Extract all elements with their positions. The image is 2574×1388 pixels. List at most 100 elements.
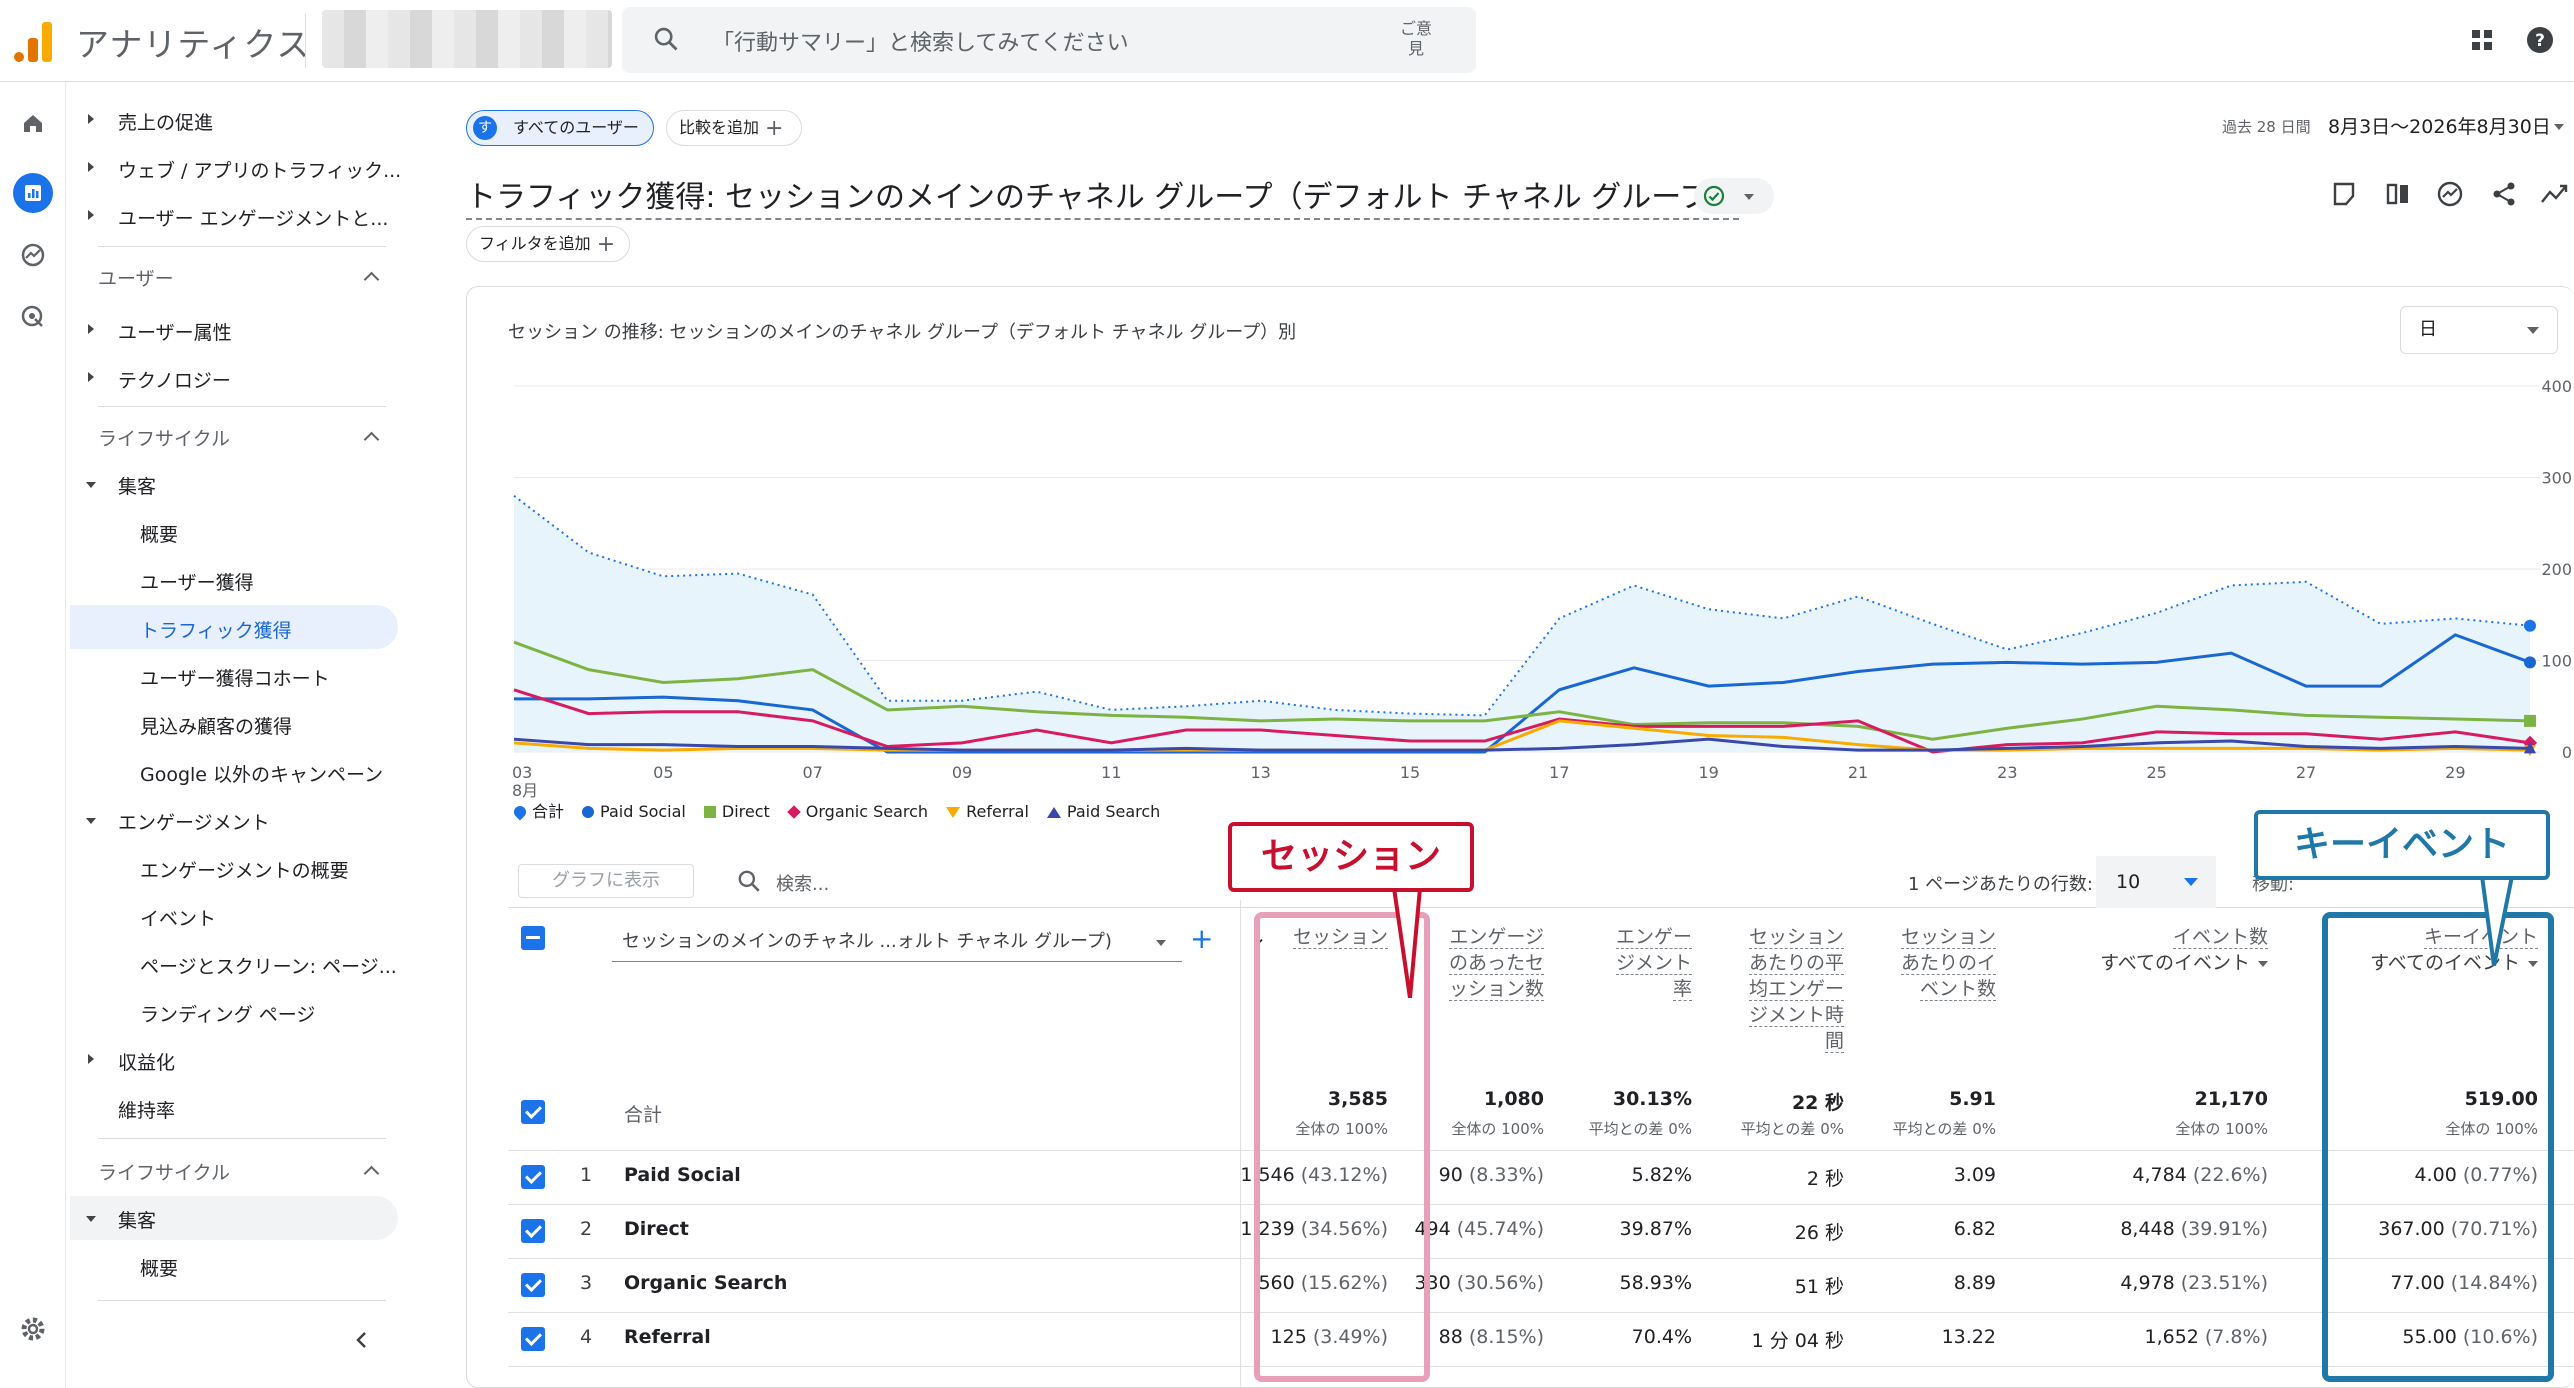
- sidebar-item-technology[interactable]: テクノロジー: [118, 366, 231, 393]
- advertising-icon[interactable]: [12, 296, 54, 338]
- legend-item[interactable]: Referral: [946, 802, 1029, 821]
- status-chip[interactable]: [1694, 178, 1774, 214]
- expand-icon[interactable]: [88, 114, 94, 124]
- legend-label: Paid Social: [600, 802, 686, 821]
- help-icon[interactable]: ?: [2520, 20, 2560, 60]
- sidebar-item-acquisition-2[interactable]: 集客: [118, 1206, 156, 1233]
- add-comparison-button[interactable]: 比較を追加 +: [666, 110, 802, 146]
- share-icon[interactable]: [2486, 176, 2522, 212]
- all-users-chip[interactable]: す すべてのユーザー: [466, 110, 654, 146]
- dimension-select[interactable]: セッションのメインのチャネル ...ォルト チャネル グループ): [612, 926, 1182, 962]
- analytics-logo[interactable]: [14, 20, 54, 62]
- sidebar-section-lifecycle[interactable]: ライフサイクル: [98, 424, 230, 451]
- table-search-input[interactable]: 検索...: [776, 870, 829, 896]
- sidebar-item-lead-acquisition[interactable]: 見込み顧客の獲得: [140, 712, 292, 739]
- sidebar-item-traffic[interactable]: ウェブ / アプリのトラフィック...: [118, 156, 401, 183]
- totals-checkbox[interactable]: [521, 1100, 545, 1124]
- sidebar-item-acquisition-cohort[interactable]: ユーザー獲得コホート: [140, 664, 330, 691]
- expand-icon[interactable]: [88, 210, 94, 220]
- x-tick-label: 25: [2146, 763, 2166, 782]
- legend-item[interactable]: Paid Search: [1046, 802, 1160, 821]
- sidebar-item-sales[interactable]: 売上の促進: [118, 108, 213, 135]
- row-checkbox[interactable]: [521, 1327, 545, 1351]
- reports-icon[interactable]: [12, 172, 54, 214]
- row-checkbox[interactable]: [521, 1165, 545, 1189]
- customize-report-icon[interactable]: [2326, 176, 2362, 212]
- compare-icon[interactable]: [2380, 176, 2416, 212]
- search-bar[interactable]: 「行動サマリー」と検索してみてください ご意見: [622, 7, 1476, 73]
- sidebar-item-engagement-summary[interactable]: ユーザー エンゲージメントと...: [118, 204, 388, 231]
- expand-icon[interactable]: [88, 1054, 94, 1064]
- legend-item[interactable]: 合計: [511, 798, 564, 822]
- collapse-icon[interactable]: [363, 271, 380, 288]
- x-tick-label: 05: [653, 763, 673, 782]
- daterange-picker[interactable]: 8月3日～2026年8月30日: [2328, 112, 2551, 139]
- trend-icon[interactable]: [2536, 176, 2572, 212]
- apps-grid-icon[interactable]: [2462, 20, 2502, 60]
- collapse-caret-icon[interactable]: [86, 1216, 96, 1222]
- sidebar-item-retention[interactable]: 維持率: [118, 1096, 175, 1123]
- sidebar-item-pages-screens[interactable]: ページとスクリーン: ページ...: [140, 952, 397, 979]
- column-header-3[interactable]: エンゲー ジメント率: [1592, 924, 1692, 1002]
- explore-icon[interactable]: [12, 234, 54, 276]
- sidebar-item-user-acquisition[interactable]: ユーザー獲得: [140, 568, 254, 595]
- page-title[interactable]: トラフィック獲得: セッションのメインのチャネル グループ（デフォルト チャネル…: [466, 172, 1740, 220]
- sidebar-section-lifecycle-2[interactable]: ライフサイクル: [98, 1158, 230, 1185]
- column-header-5[interactable]: セッション あたりのイ ベント数: [1886, 924, 1996, 1002]
- channel-name[interactable]: Organic Search: [624, 1272, 787, 1294]
- column-header-4[interactable]: セッション あたりの平 均エンゲー ジメント時間: [1734, 924, 1844, 1054]
- sidebar-item-acquisition[interactable]: 集客: [118, 472, 156, 499]
- sidebar-item-engagement-overview[interactable]: エンゲージメントの概要: [140, 856, 349, 883]
- event-filter-select[interactable]: すべてのイベント: [2068, 950, 2268, 976]
- feedback-link[interactable]: ご意見: [1396, 19, 1436, 59]
- granularity-select[interactable]: 日: [2400, 306, 2558, 354]
- home-icon[interactable]: [12, 102, 54, 144]
- column-header-6[interactable]: イベント数 すべてのイベント: [2068, 924, 2268, 976]
- row-checkbox[interactable]: [521, 1219, 545, 1243]
- sidebar-item-monetization[interactable]: 収益化: [118, 1048, 175, 1075]
- sidebar-item-events[interactable]: イベント: [140, 904, 216, 931]
- account-selector-redacted[interactable]: [322, 10, 612, 68]
- sidebar-item-landing-page[interactable]: ランディング ページ: [140, 1000, 315, 1027]
- legend-marker-icon: [1046, 807, 1061, 818]
- column-header-label: イベント数: [2172, 926, 2268, 949]
- column-header-2[interactable]: エンゲージ のあったセ ッション数: [1434, 924, 1544, 1002]
- dropdown-arrow-icon[interactable]: [2554, 124, 2564, 130]
- legend-marker-icon: [582, 806, 595, 818]
- rows-per-page-select[interactable]: 10: [2096, 856, 2216, 908]
- sidebar-item-demographics[interactable]: ユーザー属性: [118, 318, 232, 345]
- chevron-down-icon: [1744, 194, 1754, 200]
- collapse-caret-icon[interactable]: [86, 482, 96, 488]
- sidebar-item-non-google-campaigns[interactable]: Google 以外のキャンペーン: [140, 760, 383, 787]
- channel-name[interactable]: Referral: [624, 1326, 711, 1348]
- dropdown-arrow-icon[interactable]: [1156, 940, 1166, 946]
- legend-item[interactable]: Paid Social: [582, 802, 686, 821]
- total-value: 21,170: [2194, 1088, 2268, 1110]
- add-dimension-button[interactable]: +: [1190, 922, 1213, 955]
- collapse-icon[interactable]: [363, 1165, 380, 1182]
- insights-icon[interactable]: [2432, 176, 2468, 212]
- metric-cell: 58.93%: [1620, 1272, 1692, 1294]
- expand-icon[interactable]: [88, 162, 94, 172]
- sidebar-item-engagement[interactable]: エンゲージメント: [118, 808, 270, 835]
- sidebar-item-overview[interactable]: 概要: [140, 520, 178, 547]
- expand-icon[interactable]: [88, 324, 94, 334]
- row-checkbox[interactable]: [521, 1273, 545, 1297]
- select-all-checkbox[interactable]: [521, 926, 545, 950]
- collapse-caret-icon[interactable]: [86, 818, 96, 824]
- settings-icon[interactable]: [12, 1308, 54, 1350]
- metric-cell: 39.87%: [1620, 1218, 1692, 1240]
- add-filter-button[interactable]: フィルタを追加 +: [466, 226, 630, 262]
- collapse-sidebar-icon[interactable]: [350, 1328, 374, 1352]
- sidebar-section-user[interactable]: ユーザー: [98, 264, 174, 291]
- collapse-icon[interactable]: [363, 431, 380, 448]
- channel-name[interactable]: Direct: [624, 1218, 689, 1240]
- row-number: 3: [580, 1272, 593, 1294]
- legend-item[interactable]: Direct: [703, 802, 770, 821]
- sidebar-item-overview-2[interactable]: 概要: [140, 1254, 178, 1281]
- legend-item[interactable]: Organic Search: [786, 802, 928, 821]
- channel-name[interactable]: Paid Social: [624, 1164, 741, 1186]
- expand-icon[interactable]: [88, 372, 94, 382]
- sidebar-item-traffic-acquisition[interactable]: トラフィック獲得: [140, 616, 292, 643]
- plot-rows-button[interactable]: グラフに表示: [518, 864, 694, 898]
